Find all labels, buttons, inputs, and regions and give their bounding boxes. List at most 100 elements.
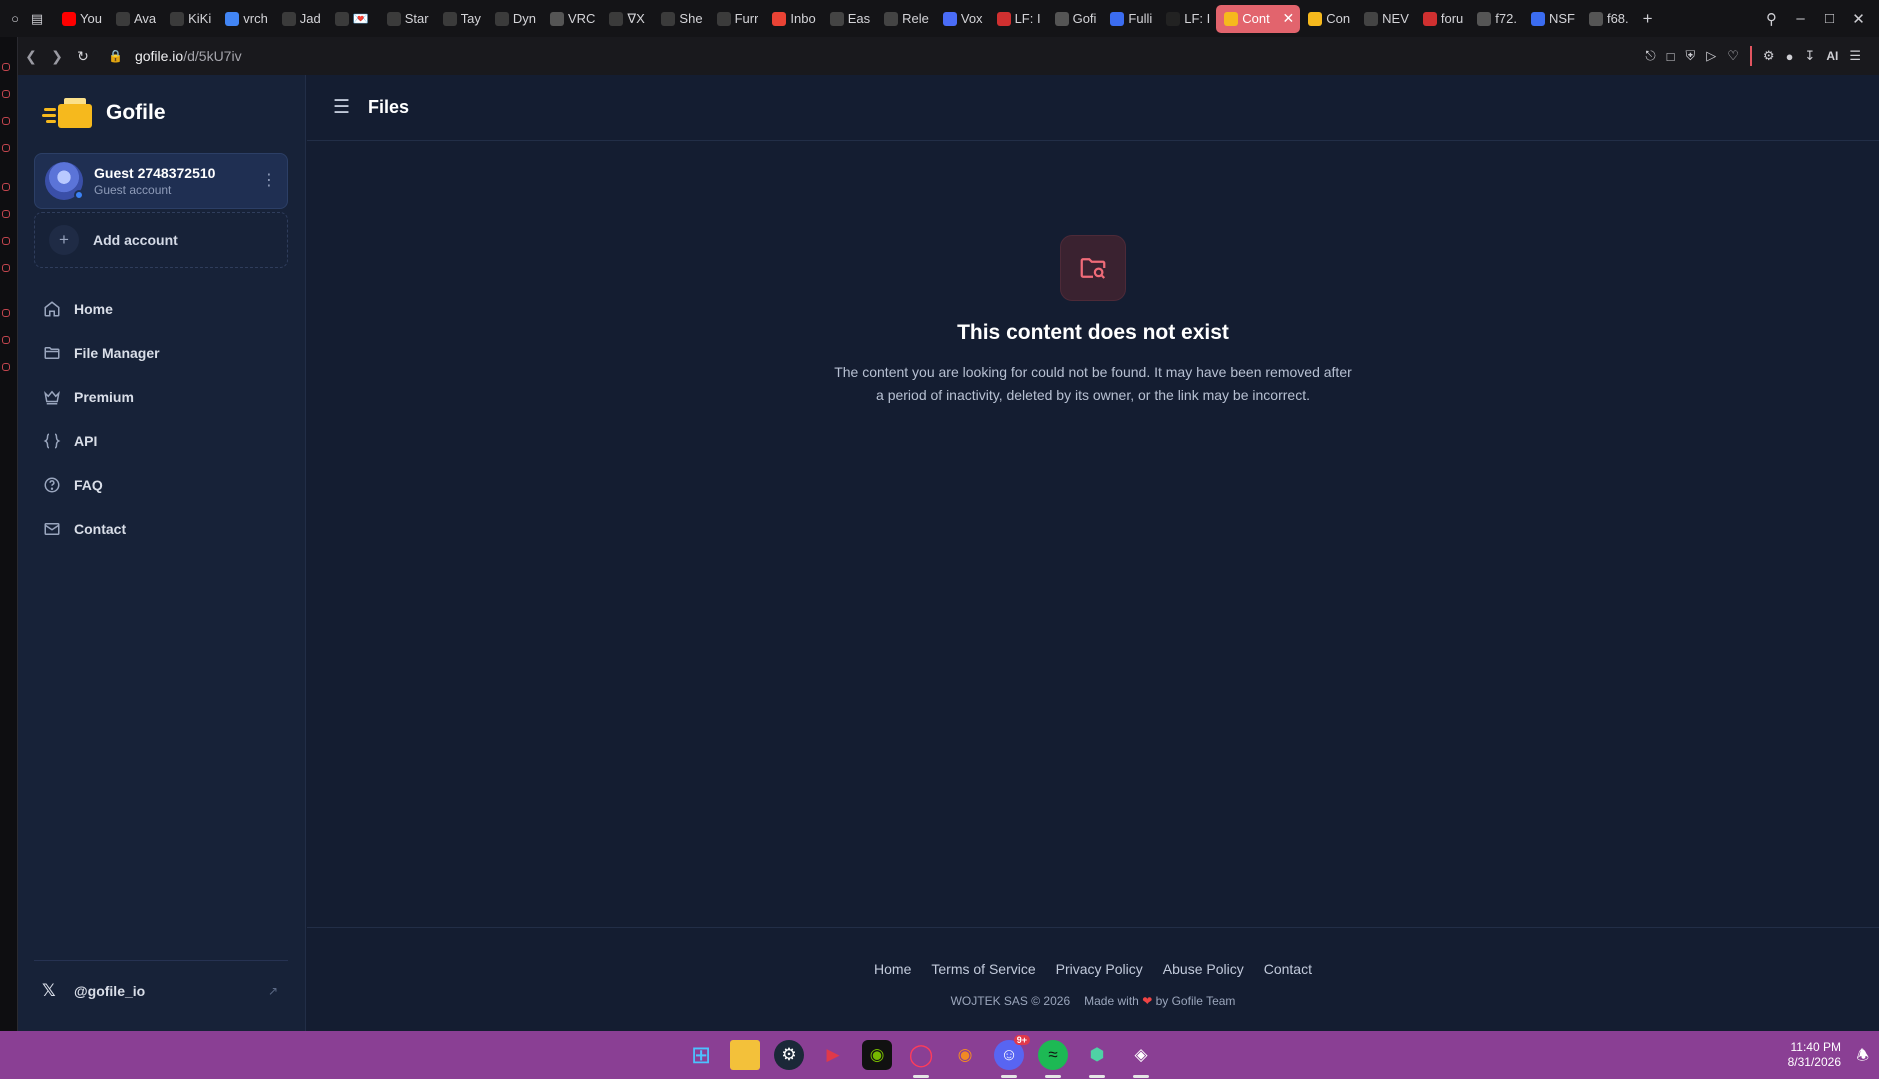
blender-icon[interactable]: ◉ [950,1040,980,1070]
browser-tab[interactable]: She [653,5,708,33]
account-card[interactable]: Guest 2748372510 Guest account ⋮ [34,153,288,209]
file-explorer-icon[interactable] [730,1040,760,1070]
browser-tab[interactable]: KiKi [162,5,217,33]
windows-start-icon[interactable]: ⊞ [686,1040,716,1070]
download-icon[interactable]: ↧ [1804,48,1815,64]
browser-tab[interactable]: LF: I [1158,5,1216,33]
tab-title: NSF [1548,11,1575,26]
footer-link-contact[interactable]: Contact [1264,961,1312,977]
browser-tab[interactable]: You [54,5,108,33]
shield-icon[interactable]: ⛨ [1686,48,1696,64]
search-tabs-icon[interactable]: ⚲ [1757,10,1786,28]
app-icon[interactable]: ▶ [818,1040,848,1070]
add-account-button[interactable]: + Add account [34,212,288,268]
workspace-icon[interactable]: ○ [4,8,26,30]
more-vertical-icon[interactable]: ⋮ [261,173,277,189]
opera-gx-icon[interactable]: ◯ [906,1040,936,1078]
browser-tab[interactable]: LF: I [989,5,1047,33]
vrchat-icon [609,11,624,26]
browser-tab[interactable]: NSF [1523,5,1581,33]
browser-tab[interactable]: Gofi [1047,5,1103,33]
sidebar-app-icon[interactable] [2,210,10,218]
sidebar-app-icon[interactable] [2,117,10,125]
made-with-prefix: Made with [1084,994,1139,1008]
os-taskbar: ⊞ ⚙ ▶ ◉ ◯ ◉ ☺ 9+ ≈ ⬢ ◈ 11:40 PM 8/31/2026… [0,1031,1879,1079]
footer-link-home[interactable]: Home [874,961,911,977]
tab-active[interactable]: Cont ✕ [1216,4,1301,33]
social-link-x[interactable]: 𝕏 @gofile_io ↗ [34,971,288,1011]
browser-tab[interactable]: f68. [1581,5,1635,33]
browser-tab[interactable]: ∇X [601,5,653,33]
sidebar-divider [34,960,288,961]
profile-icon[interactable]: ● [1786,49,1794,64]
bookmark-icon[interactable]: ⎋ [1645,48,1655,64]
reload-button[interactable]: ↻ [70,48,96,65]
discord-icon[interactable]: ☺ 9+ [994,1035,1030,1078]
footer-link-terms[interactable]: Terms of Service [931,961,1035,977]
browser-tab[interactable]: vrch [217,5,274,33]
snapshot-icon[interactable]: □ [1667,49,1675,64]
browser-tab[interactable]: Rele [876,5,935,33]
nvidia-icon[interactable]: ◉ [862,1040,892,1070]
lock-icon[interactable]: 🔒 [108,49,123,63]
new-tab-button[interactable]: + [1635,9,1661,29]
browser-tab[interactable]: f72. [1469,5,1523,33]
browser-tab[interactable]: Star [379,5,435,33]
browser-tab[interactable]: Ava [108,5,162,33]
sidebar-app-icon[interactable] [2,264,10,272]
browser-tab[interactable]: foru [1415,5,1469,33]
app-cube-icon[interactable]: ⬢ [1082,1040,1112,1078]
system-clock[interactable]: 11:40 PM 8/31/2026 [1788,1040,1841,1070]
maximize-button[interactable]: □ [1815,10,1844,27]
browser-tab[interactable]: VRC [542,5,601,33]
browser-tab[interactable]: Con [1300,5,1356,33]
back-button[interactable]: ❮ [18,48,44,65]
url-field[interactable]: gofile.io/d/5kU7iv [135,48,242,64]
sidebar-app-icon[interactable] [2,237,10,245]
forward-button[interactable]: ❯ [44,48,70,65]
page-title: Files [368,97,410,117]
unity-icon[interactable]: ◈ [1126,1040,1156,1078]
browser-tab[interactable]: Vox [935,5,989,33]
tab-manager-icon[interactable]: ▤ [26,8,48,30]
extensions-icon[interactable]: ⚙ [1763,48,1775,64]
sidebar-app-icon[interactable] [2,336,10,344]
tab-title: vrch [243,11,268,26]
sidebar-item-faq[interactable]: FAQ [34,463,288,507]
notification-bell-icon[interactable]: 🕭 [1856,1045,1869,1069]
sidebar-app-icon[interactable] [2,63,10,71]
sidebar-app-icon[interactable] [2,309,10,317]
send-icon[interactable]: ▷ [1706,48,1716,64]
sidebar-app-icon[interactable] [2,363,10,371]
footer-link-privacy[interactable]: Privacy Policy [1056,961,1143,977]
close-window-button[interactable]: ✕ [1844,10,1873,28]
menu-icon[interactable]: ☰ [1849,48,1861,64]
browser-tab[interactable]: 💌 [327,5,379,33]
browser-tab[interactable]: Jad [274,5,327,33]
steam-icon[interactable]: ⚙ [774,1040,804,1070]
online-status-dot [74,190,84,200]
sidebar-item-file-manager[interactable]: File Manager [34,331,288,375]
browser-tab[interactable]: Inbo [764,5,821,33]
browser-tab[interactable]: Fulli [1102,5,1158,33]
sidebar-item-api[interactable]: API [34,419,288,463]
browser-tab[interactable]: Tay [435,5,487,33]
browser-tab[interactable]: Furr [709,5,765,33]
footer-link-abuse[interactable]: Abuse Policy [1163,961,1244,977]
spotify-icon[interactable]: ≈ [1038,1040,1068,1078]
sidebar-app-icon[interactable] [2,183,10,191]
sidebar-item-contact[interactable]: Contact [34,507,288,551]
close-tab-icon[interactable]: ✕ [1283,10,1295,27]
sidebar-item-premium[interactable]: Premium [34,375,288,419]
heart-icon[interactable]: ♡ [1727,48,1739,64]
ai-button[interactable]: AI [1826,49,1838,63]
browser-tab[interactable]: NEV [1356,5,1415,33]
brand[interactable]: Gofile [42,93,166,133]
sidebar-app-icon[interactable] [2,90,10,98]
sidebar-app-icon[interactable] [2,144,10,152]
minimize-button[interactable]: – [1786,10,1815,27]
browser-tab[interactable]: Dyn [487,5,542,33]
browser-tab[interactable]: Eas [822,5,876,33]
menu-toggle-icon[interactable]: ☰ [333,96,350,119]
sidebar-item-home[interactable]: Home [34,287,288,331]
